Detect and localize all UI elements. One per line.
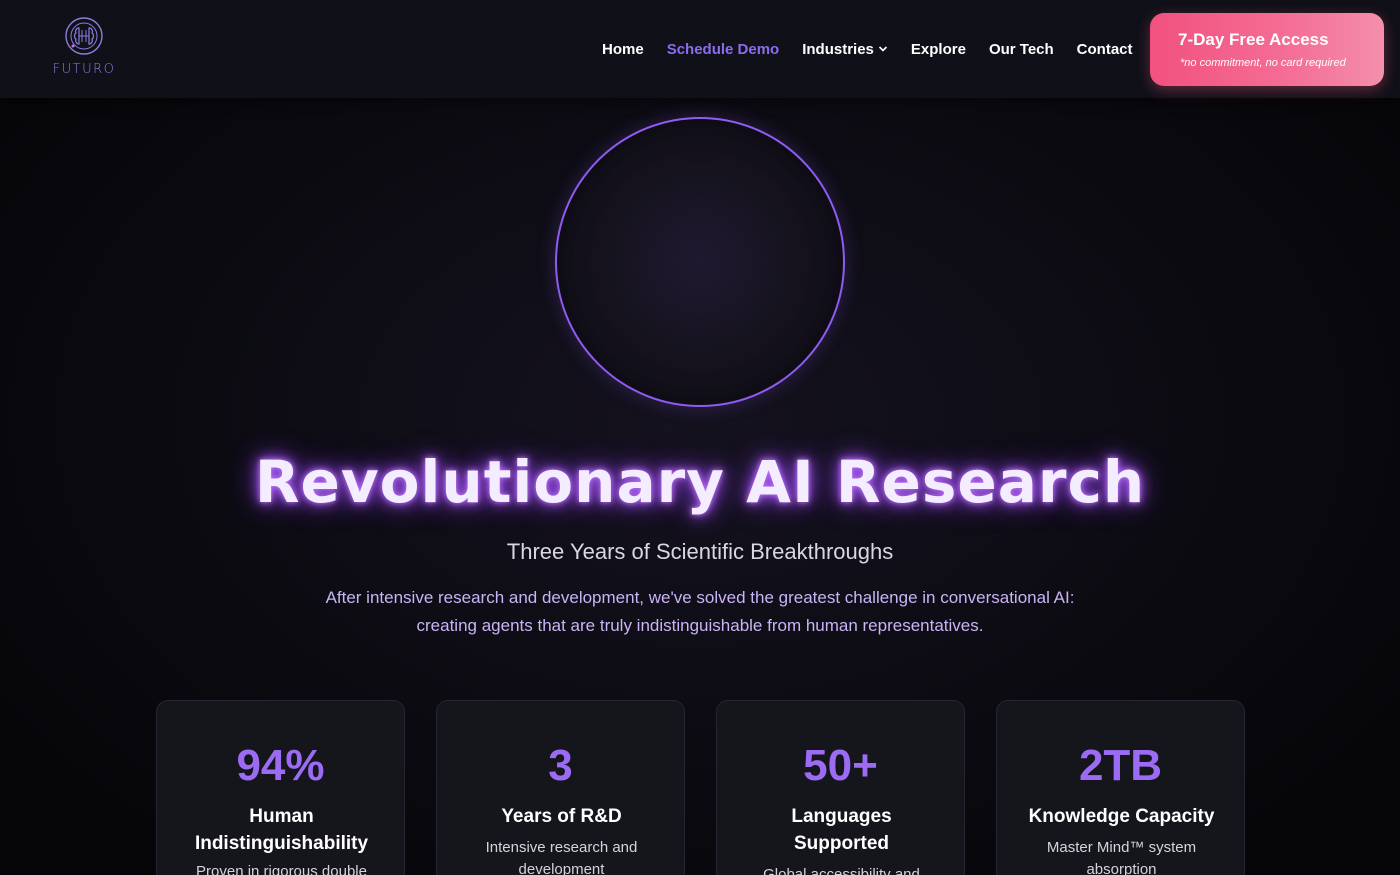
stat-card-human: 94% Human Indistinguishability Proven in… bbox=[156, 700, 405, 875]
cta-title: 7-Day Free Access bbox=[1178, 30, 1329, 49]
stat-value: 3 bbox=[548, 741, 573, 790]
page: FUTURO Home Schedule Demo Industries Exp… bbox=[0, 0, 1400, 875]
stat-label: Human Indistinguishability bbox=[194, 806, 369, 854]
hero-orb bbox=[555, 117, 845, 407]
stat-card-languages: 50+ Languages Supported Global accessibi… bbox=[716, 700, 965, 875]
hero-description: After intensive research and development… bbox=[325, 588, 1075, 635]
hero-title: Revolutionary AI Research bbox=[254, 448, 1146, 516]
nav-industries[interactable]: Industries bbox=[802, 41, 888, 58]
cta-subtitle: *no commitment, no card required bbox=[1180, 57, 1346, 69]
stat-description: Proven in rigorous double bbox=[196, 863, 367, 875]
nav-schedule-demo[interactable]: Schedule Demo bbox=[667, 41, 780, 58]
nav-explore[interactable]: Explore bbox=[911, 41, 966, 58]
nav-home[interactable]: Home bbox=[602, 41, 644, 58]
stat-description: Intensive research and development bbox=[485, 839, 638, 875]
brain-circuit-icon bbox=[65, 17, 103, 55]
chevron-down-icon bbox=[878, 46, 887, 52]
stat-label: Languages Supported bbox=[791, 806, 892, 854]
nav-contact[interactable]: Contact bbox=[1077, 41, 1133, 58]
stat-value: 50+ bbox=[803, 741, 878, 790]
stat-card-years: 3 Years of R&D Intensive research and de… bbox=[436, 700, 685, 875]
free-access-button[interactable]: 7-Day Free Access *no commitment, no car… bbox=[1150, 13, 1384, 86]
stat-label: Knowledge Capacity bbox=[1028, 806, 1215, 827]
brand-name: FUTURO bbox=[52, 62, 116, 77]
main-nav: Home Schedule Demo Industries Explore Ou… bbox=[602, 39, 1156, 59]
nav-our-tech[interactable]: Our Tech bbox=[989, 41, 1054, 58]
stat-label: Years of R&D bbox=[501, 806, 622, 827]
site-header: FUTURO Home Schedule Demo Industries Exp… bbox=[0, 0, 1400, 98]
stat-description: Global accessibility and bbox=[763, 866, 920, 875]
brand-logo[interactable]: FUTURO bbox=[40, 14, 128, 84]
hero-subtitle: Three Years of Scientific Breakthroughs bbox=[506, 539, 894, 564]
nav-industries-label: Industries bbox=[802, 40, 874, 58]
stat-card-knowledge: 2TB Knowledge Capacity Master Mind™ syst… bbox=[996, 700, 1245, 875]
stat-value: 94% bbox=[236, 741, 325, 790]
stat-description: Master Mind™ system absorption bbox=[1046, 839, 1197, 875]
stat-value: 2TB bbox=[1078, 741, 1163, 790]
